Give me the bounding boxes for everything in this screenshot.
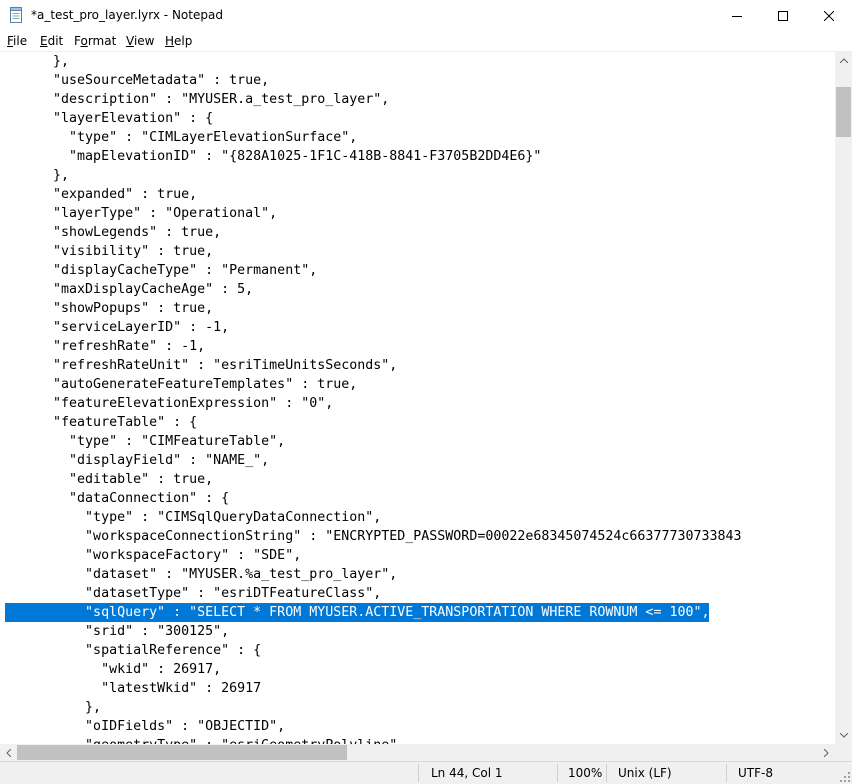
- text-line[interactable]: },: [5, 166, 835, 185]
- chevron-down-icon: [839, 733, 848, 738]
- text-line[interactable]: "geometryType" : "esriGeometryPolyline",: [5, 736, 835, 744]
- menu-format[interactable]: Format: [74, 34, 116, 48]
- scroll-left-button[interactable]: [0, 744, 17, 761]
- menu-edit-label: dit: [47, 34, 64, 48]
- menu-file-label: ile: [13, 34, 28, 48]
- text-line[interactable]: "maxDisplayCacheAge" : 5,: [5, 280, 835, 299]
- close-button[interactable]: [806, 0, 852, 31]
- text-line[interactable]: "showPopups" : true,: [5, 299, 835, 318]
- text-line[interactable]: "oIDFields" : "OBJECTID",: [5, 717, 835, 736]
- text-editor[interactable]: }, "useSourceMetadata" : true, "descript…: [0, 52, 835, 744]
- status-line-ending: Unix (LF): [618, 766, 672, 780]
- vertical-scrollbar[interactable]: [835, 52, 852, 744]
- text-line[interactable]: "dataConnection" : {: [5, 489, 835, 508]
- text-line[interactable]: "showLegends" : true,: [5, 223, 835, 242]
- menu-file[interactable]: File: [7, 34, 27, 48]
- status-separator: [726, 764, 727, 782]
- text-line[interactable]: "datasetType" : "esriDTFeatureClass",: [5, 584, 835, 603]
- text-line[interactable]: "featureElevationExpression" : "0",: [5, 394, 835, 413]
- text-line[interactable]: "expanded" : true,: [5, 185, 835, 204]
- horizontal-scrollbar[interactable]: [0, 744, 835, 761]
- status-encoding: UTF-8: [738, 766, 773, 780]
- text-line[interactable]: },: [5, 52, 835, 71]
- text-line[interactable]: "displayCacheType" : "Permanent",: [5, 261, 835, 280]
- menu-view-mnemonic: V: [126, 34, 134, 48]
- minimize-icon: [732, 15, 742, 17]
- chevron-left-icon: [6, 748, 11, 757]
- text-line[interactable]: "refreshRateUnit" : "esriTimeUnitsSecond…: [5, 356, 835, 375]
- text-line[interactable]: "type" : "CIMSqlQueryDataConnection",: [5, 508, 835, 527]
- text-line[interactable]: "serviceLayerID" : -1,: [5, 318, 835, 337]
- resize-grip-icon[interactable]: [840, 772, 850, 782]
- text-line[interactable]: "spatialReference" : {: [5, 641, 835, 660]
- text-line[interactable]: "wkid" : 26917,: [5, 660, 835, 679]
- text-line[interactable]: "latestWkid" : 26917: [5, 679, 835, 698]
- text-line[interactable]: "layerType" : "Operational",: [5, 204, 835, 223]
- text-line[interactable]: "autoGenerateFeatureTemplates" : true,: [5, 375, 835, 394]
- window-title: *a_test_pro_layer.lyrx - Notepad: [31, 8, 223, 22]
- status-bar: Ln 44, Col 1 100% Unix (LF) UTF-8: [0, 761, 852, 784]
- text-line[interactable]: "editable" : true,: [5, 470, 835, 489]
- menu-edit[interactable]: Edit: [40, 34, 63, 48]
- scroll-up-button[interactable]: [835, 52, 852, 69]
- menu-bar: File Edit Format View Help: [0, 31, 852, 52]
- vertical-scroll-thumb[interactable]: [836, 87, 851, 137]
- chevron-right-icon: [824, 748, 829, 757]
- text-line[interactable]: },: [5, 698, 835, 717]
- notepad-icon: [10, 7, 22, 23]
- minimize-button[interactable]: [714, 0, 760, 31]
- status-separator: [606, 764, 607, 782]
- scroll-down-button[interactable]: [835, 727, 852, 744]
- title-bar[interactable]: *a_test_pro_layer.lyrx - Notepad: [0, 0, 852, 31]
- scrollbar-corner: [835, 744, 852, 761]
- text-line[interactable]: "displayField" : "NAME_",: [5, 451, 835, 470]
- menu-help[interactable]: Help: [165, 34, 192, 48]
- text-line[interactable]: "refreshRate" : -1,: [5, 337, 835, 356]
- menu-help-label: elp: [174, 34, 193, 48]
- scroll-right-button[interactable]: [818, 744, 835, 761]
- menu-view-label: iew: [133, 34, 155, 48]
- menu-format-label: rmat: [87, 34, 117, 48]
- text-line[interactable]: "workspaceConnectionString" : "ENCRYPTED…: [5, 527, 835, 546]
- horizontal-scroll-thumb[interactable]: [17, 745, 347, 760]
- selected-text-line[interactable]: "sqlQuery" : "SELECT * FROM MYUSER.ACTIV…: [5, 603, 710, 622]
- text-line[interactable]: "workspaceFactory" : "SDE",: [5, 546, 835, 565]
- text-line[interactable]: "dataset" : "MYUSER.%a_test_pro_layer",: [5, 565, 835, 584]
- menu-edit-mnemonic: E: [40, 34, 48, 48]
- text-line[interactable]: "description" : "MYUSER.a_test_pro_layer…: [5, 90, 835, 109]
- close-icon: [824, 10, 834, 21]
- status-zoom: 100%: [568, 766, 603, 780]
- status-cursor-position: Ln 44, Col 1: [431, 766, 503, 780]
- menu-format-mnemonic: o: [80, 34, 88, 48]
- text-line[interactable]: "type" : "CIMFeatureTable",: [5, 432, 835, 451]
- maximize-icon: [778, 10, 788, 21]
- text-line[interactable]: "featureTable" : {: [5, 413, 835, 432]
- text-line[interactable]: "type" : "CIMLayerElevationSurface",: [5, 128, 835, 147]
- text-line[interactable]: "visibility" : true,: [5, 242, 835, 261]
- chevron-up-icon: [839, 58, 848, 63]
- status-separator: [418, 764, 419, 782]
- menu-help-mnemonic: H: [165, 34, 175, 48]
- text-line[interactable]: "mapElevationID" : "{828A1025-1F1C-418B-…: [5, 147, 835, 166]
- text-line[interactable]: "layerElevation" : {: [5, 109, 835, 128]
- maximize-button[interactable]: [760, 0, 806, 31]
- status-separator: [557, 764, 558, 782]
- text-line[interactable]: "useSourceMetadata" : true,: [5, 71, 835, 90]
- menu-view[interactable]: View: [126, 34, 154, 48]
- text-line[interactable]: "srid" : "300125",: [5, 622, 835, 641]
